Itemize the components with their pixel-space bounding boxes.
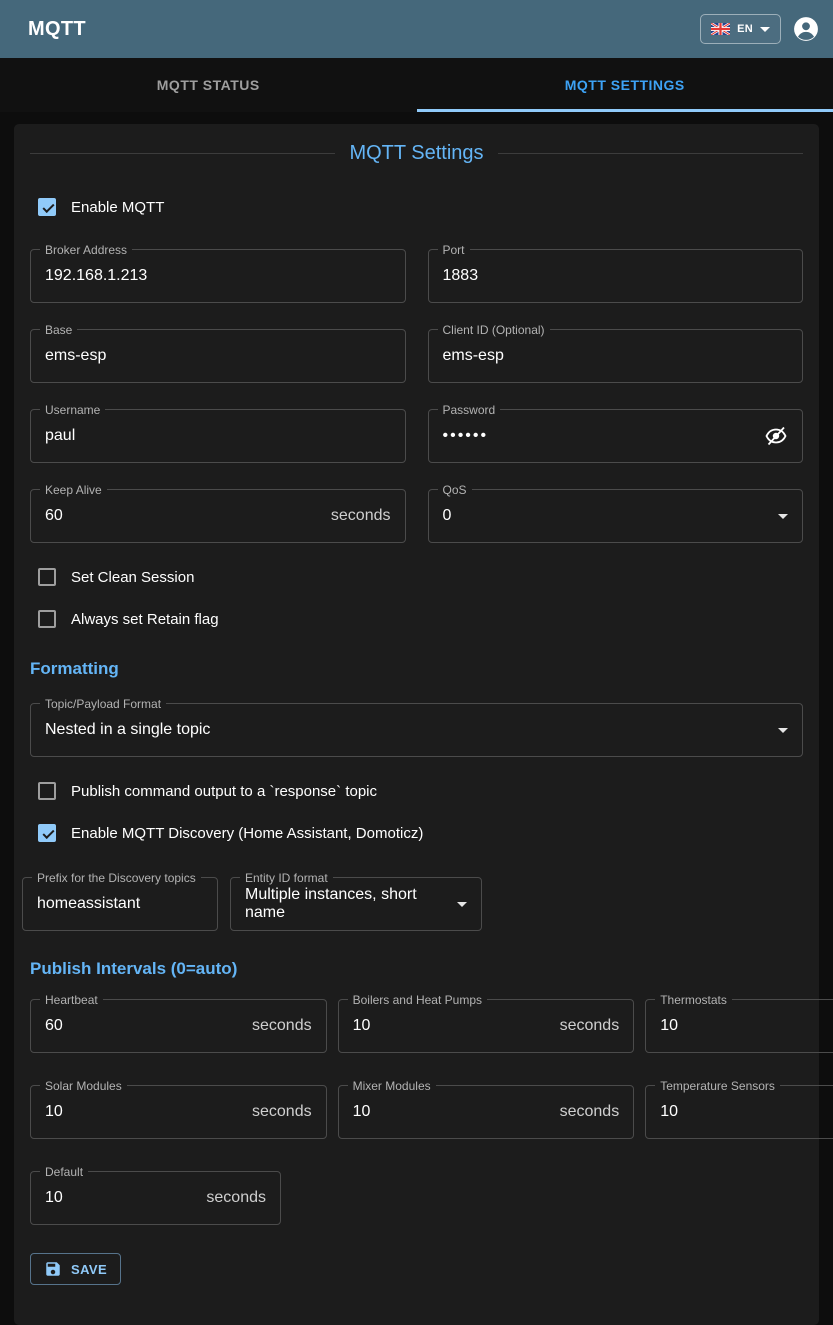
entity-id-format-select[interactable]: Entity ID format Multiple instances, sho… [230, 877, 482, 931]
entity-id-format-value: Multiple instances, short name [245, 886, 449, 922]
retain-flag-label: Always set Retain flag [71, 611, 219, 628]
dropdown-arrow-icon [457, 902, 467, 907]
password-input[interactable] [443, 427, 765, 445]
broker-address-field[interactable]: Broker Address [30, 249, 406, 303]
solar-modules-unit: seconds [252, 1103, 312, 1121]
uk-flag-icon [711, 23, 730, 35]
base-input[interactable] [45, 347, 391, 365]
discovery-prefix-field[interactable]: Prefix for the Discovery topics [22, 877, 218, 931]
enable-mqtt-label: Enable MQTT [71, 199, 164, 216]
default-interval-unit: seconds [206, 1189, 266, 1207]
thermostats-field[interactable]: Thermostats seconds [645, 999, 833, 1053]
account-icon[interactable] [793, 16, 819, 42]
enable-mqtt-row[interactable]: Enable MQTT [38, 195, 803, 219]
base-field[interactable]: Base [30, 329, 406, 383]
password-field[interactable]: Password [428, 409, 804, 463]
app-bar: MQTT EN [0, 0, 833, 58]
save-button[interactable]: SAVE [30, 1253, 121, 1285]
broker-address-input[interactable] [45, 267, 391, 285]
enable-mqtt-checkbox[interactable] [38, 198, 56, 216]
retain-flag-row[interactable]: Always set Retain flag [38, 607, 803, 631]
password-label: Password [438, 403, 501, 417]
heartbeat-input[interactable] [45, 1017, 252, 1035]
language-label: EN [737, 23, 753, 35]
divider-line [498, 153, 803, 154]
tab-mqtt-settings[interactable]: MQTT SETTINGS [417, 58, 833, 112]
topic-format-label: Topic/Payload Format [40, 697, 166, 711]
page-title: MQTT [28, 18, 86, 41]
mixer-modules-input[interactable] [353, 1103, 560, 1121]
mqtt-discovery-label: Enable MQTT Discovery (Home Assistant, D… [71, 825, 423, 842]
client-id-field[interactable]: Client ID (Optional) [428, 329, 804, 383]
tab-bar: MQTT STATUS MQTT SETTINGS [0, 58, 833, 112]
mqtt-discovery-checkbox[interactable] [38, 824, 56, 842]
username-input[interactable] [45, 427, 391, 445]
broker-address-label: Broker Address [40, 243, 132, 257]
clean-session-checkbox[interactable] [38, 568, 56, 586]
chevron-down-icon [760, 27, 770, 32]
retain-flag-checkbox[interactable] [38, 610, 56, 628]
keep-alive-input[interactable] [45, 507, 331, 525]
qos-value: 0 [443, 507, 771, 525]
language-selector[interactable]: EN [700, 14, 781, 44]
temperature-sensors-input[interactable] [660, 1103, 833, 1121]
default-interval-field[interactable]: Default seconds [30, 1171, 281, 1225]
section-title-divider: MQTT Settings [30, 142, 803, 165]
thermostats-input[interactable] [660, 1017, 833, 1035]
qos-label: QoS [438, 483, 472, 497]
temperature-sensors-field[interactable]: Temperature Sensors seconds [645, 1085, 833, 1139]
boilers-label: Boilers and Heat Pumps [348, 993, 487, 1007]
boilers-field[interactable]: Boilers and Heat Pumps seconds [338, 999, 635, 1053]
temperature-sensors-label: Temperature Sensors [655, 1079, 780, 1093]
topic-format-select[interactable]: Topic/Payload Format Nested in a single … [30, 703, 803, 757]
solar-modules-label: Solar Modules [40, 1079, 127, 1093]
section-title: MQTT Settings [349, 142, 483, 165]
entity-id-format-label: Entity ID format [240, 871, 333, 885]
solar-modules-field[interactable]: Solar Modules seconds [30, 1085, 327, 1139]
publish-intervals-heading: Publish Intervals (0=auto) [30, 959, 803, 979]
qos-select[interactable]: QoS 0 [428, 489, 804, 543]
mixer-modules-field[interactable]: Mixer Modules seconds [338, 1085, 635, 1139]
keep-alive-unit: seconds [331, 507, 391, 525]
client-id-input[interactable] [443, 347, 789, 365]
port-input[interactable] [443, 267, 789, 285]
settings-card: MQTT Settings Enable MQTT Broker Address… [14, 124, 819, 1325]
keep-alive-field[interactable]: Keep Alive seconds [30, 489, 406, 543]
visibility-off-icon[interactable] [764, 424, 788, 448]
boilers-unit: seconds [560, 1017, 620, 1035]
mixer-modules-unit: seconds [560, 1103, 620, 1121]
port-label: Port [438, 243, 470, 257]
dropdown-arrow-icon [778, 514, 788, 519]
heartbeat-unit: seconds [252, 1017, 312, 1035]
thermostats-label: Thermostats [655, 993, 732, 1007]
discovery-prefix-label: Prefix for the Discovery topics [32, 871, 201, 885]
solar-modules-input[interactable] [45, 1103, 252, 1121]
discovery-prefix-input[interactable] [37, 895, 203, 913]
keep-alive-label: Keep Alive [40, 483, 107, 497]
publish-response-checkbox[interactable] [38, 782, 56, 800]
topic-format-value: Nested in a single topic [45, 721, 770, 739]
header-actions: EN [700, 14, 819, 44]
mqtt-discovery-row[interactable]: Enable MQTT Discovery (Home Assistant, D… [38, 821, 803, 845]
client-id-label: Client ID (Optional) [438, 323, 550, 337]
clean-session-row[interactable]: Set Clean Session [38, 565, 803, 589]
username-field[interactable]: Username [30, 409, 406, 463]
port-field[interactable]: Port [428, 249, 804, 303]
publish-response-row[interactable]: Publish command output to a `response` t… [38, 779, 803, 803]
dropdown-arrow-icon [778, 728, 788, 733]
mixer-modules-label: Mixer Modules [348, 1079, 436, 1093]
username-label: Username [40, 403, 105, 417]
boilers-input[interactable] [353, 1017, 560, 1035]
formatting-heading: Formatting [30, 659, 803, 679]
heartbeat-field[interactable]: Heartbeat seconds [30, 999, 327, 1053]
divider-line [30, 153, 335, 154]
publish-response-label: Publish command output to a `response` t… [71, 783, 377, 800]
base-label: Base [40, 323, 77, 337]
heartbeat-label: Heartbeat [40, 993, 103, 1007]
default-interval-input[interactable] [45, 1189, 206, 1207]
save-button-label: SAVE [71, 1262, 107, 1277]
default-interval-label: Default [40, 1165, 88, 1179]
clean-session-label: Set Clean Session [71, 569, 194, 586]
tab-mqtt-status[interactable]: MQTT STATUS [0, 58, 417, 112]
